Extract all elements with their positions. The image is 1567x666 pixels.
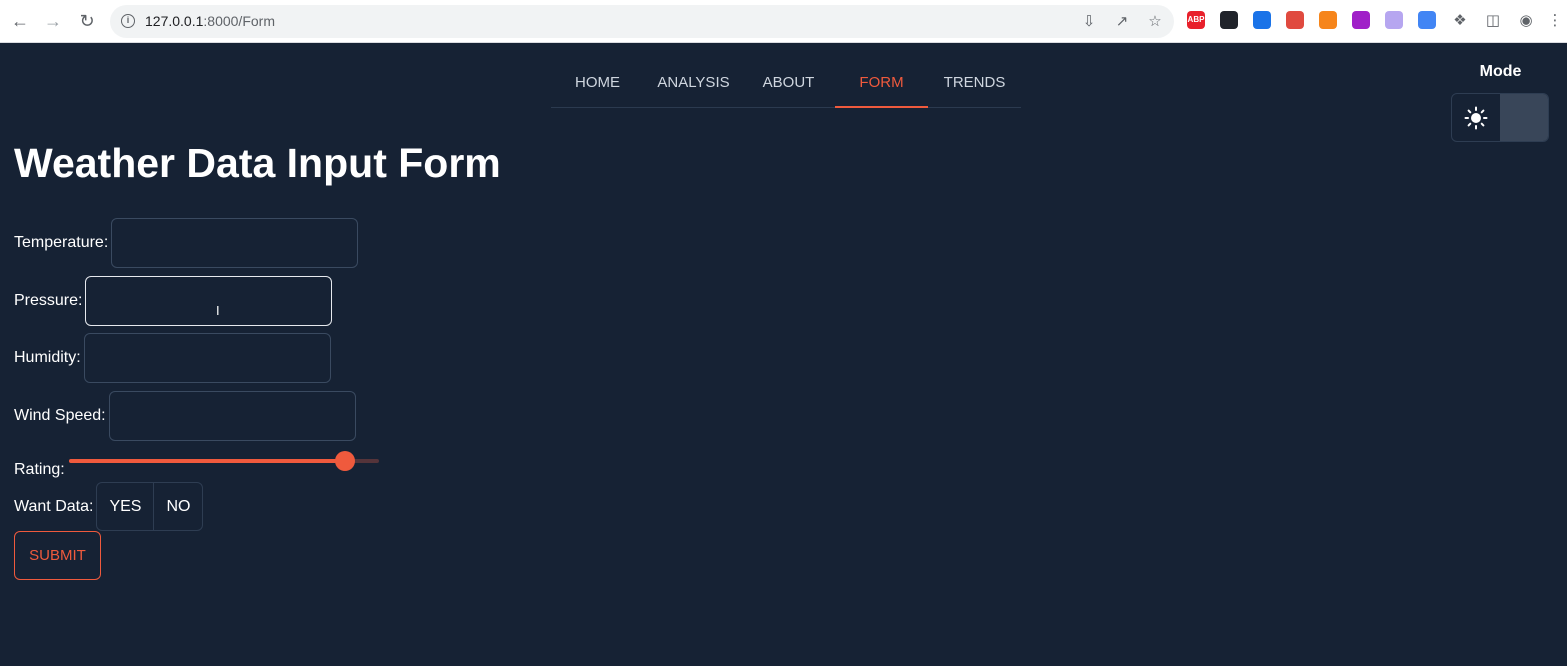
nav-trends[interactable]: TRENDS	[936, 62, 1013, 108]
humidity-label: Humidity:	[14, 349, 81, 366]
nav-home[interactable]: HOME	[561, 62, 634, 108]
browser-menu-icon[interactable]: ⋮	[1545, 11, 1565, 31]
sun-icon	[1464, 106, 1488, 129]
browser-toolbar: ← → ↻ i 127.0.0.1:8000/Form ⇩ ↗ ☆ ABP ❖ …	[0, 0, 1567, 43]
site-info-icon[interactable]: i	[121, 14, 135, 28]
nav-about[interactable]: ABOUT	[751, 62, 826, 108]
temperature-input[interactable]	[111, 218, 359, 268]
wind-speed-label: Wind Speed:	[14, 407, 106, 424]
shield-extension-icon[interactable]	[1253, 11, 1271, 29]
pressure-input[interactable]	[85, 276, 333, 326]
wind-speed-input[interactable]	[108, 391, 356, 441]
temperature-row: Temperature:	[14, 218, 359, 268]
humidity-row: Humidity:	[14, 333, 331, 383]
address-bar[interactable]: i 127.0.0.1:8000/Form ⇩ ↗ ☆	[110, 5, 1174, 38]
submit-button[interactable]: SUBMIT	[14, 531, 101, 580]
share-icon[interactable]: ↗	[1112, 12, 1132, 32]
slider-fill	[69, 459, 345, 463]
purple-square-icon[interactable]	[1352, 11, 1370, 29]
main-nav: HOME ANALYSIS ABOUT FORM TRENDS	[551, 62, 1021, 108]
pressure-row: Pressure:	[14, 276, 333, 326]
dark-mode-button[interactable]	[1500, 94, 1548, 141]
cloud-extension-icon[interactable]	[1385, 11, 1403, 29]
metamask-fox-icon[interactable]	[1319, 11, 1337, 29]
install-app-icon[interactable]: ⇩	[1079, 12, 1099, 32]
want-data-row: Want Data: YES NO	[14, 482, 204, 531]
extensions-puzzle-icon[interactable]: ❖	[1450, 11, 1470, 31]
light-mode-button[interactable]	[1452, 94, 1500, 141]
url-text[interactable]: 127.0.0.1:8000/Form	[145, 13, 275, 29]
react-devtools-icon[interactable]	[1220, 11, 1238, 29]
side-panel-icon[interactable]: ◫	[1483, 11, 1503, 31]
want-data-toggle: YES NO	[96, 482, 204, 531]
back-arrow-icon[interactable]: ←	[9, 10, 31, 32]
text-cursor-icon: I	[216, 303, 220, 318]
nav-analysis[interactable]: ANALYSIS	[648, 62, 739, 108]
rating-label: Rating:	[14, 461, 65, 478]
lock-extension-icon[interactable]	[1286, 11, 1304, 29]
slider-thumb[interactable]	[335, 451, 355, 471]
url-path: :8000/Form	[203, 13, 275, 29]
humidity-input[interactable]	[83, 333, 331, 383]
pressure-label: Pressure:	[14, 292, 83, 309]
translate-icon[interactable]	[1418, 11, 1436, 29]
reload-icon[interactable]: ↻	[76, 10, 98, 32]
yes-button[interactable]: YES	[97, 483, 155, 530]
profile-icon[interactable]: ◉	[1516, 11, 1536, 31]
mode-toggle	[1451, 93, 1549, 142]
nav-form[interactable]: FORM	[835, 62, 928, 108]
mode-label: Mode	[1479, 63, 1522, 80]
forward-arrow-icon[interactable]: →	[42, 10, 64, 32]
no-button[interactable]: NO	[154, 483, 202, 530]
temperature-label: Temperature:	[14, 234, 109, 251]
wind-speed-row: Wind Speed:	[14, 391, 356, 441]
rating-slider[interactable]	[69, 451, 379, 471]
rating-row: Rating:	[14, 461, 68, 479]
moon-icon	[1521, 108, 1531, 127]
page-title: Weather Data Input Form	[14, 140, 501, 186]
adblock-icon[interactable]: ABP	[1187, 11, 1205, 29]
want-data-label: Want Data:	[14, 497, 94, 515]
bookmark-star-icon[interactable]: ☆	[1145, 12, 1165, 32]
url-host: 127.0.0.1	[145, 13, 204, 29]
